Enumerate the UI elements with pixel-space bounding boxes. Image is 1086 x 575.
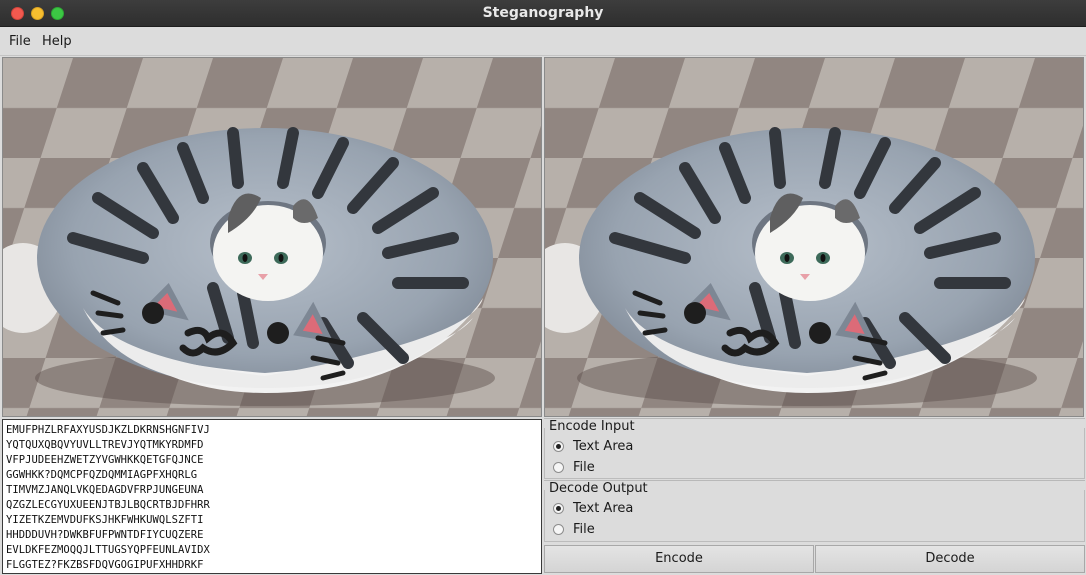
decode-text-area-label: Text Area [573,500,634,516]
encode-file-label: File [573,459,595,475]
decode-output-group: Decode Output Text Area File [544,480,1085,542]
encode-file-radio[interactable] [553,461,564,473]
text-line: YQTQUXQBQVYUVLLTREVJYQTMKYRDMFD [6,439,204,451]
decode-text-area-radio[interactable] [553,502,564,514]
window-titlebar: Steganography [0,0,1086,27]
encode-input-file-option[interactable]: File [553,457,595,477]
text-line: YIZETKZEMVDUFKSJHKFWHKUWQLSZFTI [6,514,204,526]
encode-input-text-area-option[interactable]: Text Area [553,436,633,456]
text-line: EVLDKFEZMOQQJLTTUGSYQPFEUNLAVIDX [6,544,210,556]
menu-bar: File Help [0,27,1086,56]
text-line: HHDDDUVH?DWKBFUFPWNTDFIYCUQZERE [6,529,204,541]
message-text-area[interactable]: EMUFPHZLRFAXYUSDJKZLDKRNSHGNFIVJ YQTQUXQ… [2,419,542,574]
window-title: Steganography [482,5,604,21]
encode-input-group: Encode Input Text Area File [544,418,1085,479]
text-line: TIMVMZJANQLVKQEDAGDVFRPJUNGEUNA [6,484,204,496]
encode-button[interactable]: Encode [544,545,814,573]
menu-help[interactable]: Help [42,27,72,56]
original-image-panel [2,57,542,417]
original-image [3,58,541,416]
text-line: FLGGTEZ?FKZBSFDQVGOGIPUFXHHDRKF [6,559,204,571]
decode-output-text-area-option[interactable]: Text Area [553,498,633,518]
encoded-image-panel [544,57,1084,417]
encode-text-area-radio[interactable] [553,440,564,452]
encode-input-label: Encode Input [549,419,635,434]
text-line: EMUFPHZLRFAXYUSDJKZLDKRNSHGNFIVJ [6,424,210,436]
text-line: VFPJUDEEHZWETZYVGWHKKQETGFQJNCE [6,454,204,466]
decode-output-file-option[interactable]: File [553,519,595,539]
text-line: QZGZLECGYUXUEENJTBJLBQCRTBJDFHRR [6,499,210,511]
text-line: GGWHKK?DQMCPFQZDQMMIAGPFXHQRLG [6,469,198,481]
decode-file-label: File [573,521,595,537]
encode-text-area-label: Text Area [573,438,634,454]
menu-file[interactable]: File [9,27,31,56]
decode-file-radio[interactable] [553,523,564,535]
decode-output-label: Decode Output [549,481,648,496]
encoded-image [545,58,1083,416]
decode-button[interactable]: Decode [815,545,1085,573]
